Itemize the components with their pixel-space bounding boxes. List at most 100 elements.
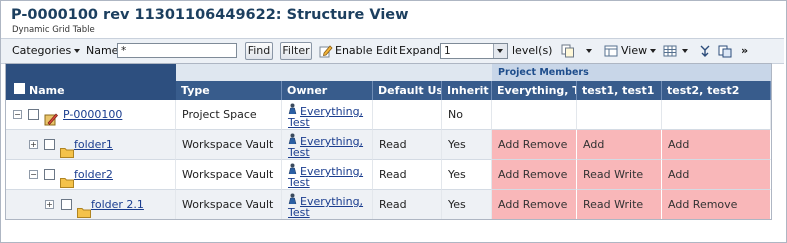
access-test2-cell[interactable]: Add Remove — [662, 190, 771, 219]
view-icon[interactable] — [604, 44, 618, 58]
collapse-toggle[interactable]: − — [29, 170, 38, 179]
toolbar: Categories Name * Find Filter Enable Edi… — [1, 38, 784, 64]
table-menu-chevron[interactable] — [679, 39, 688, 63]
access-test2-cell[interactable]: Add — [662, 160, 771, 190]
type-cell: Workspace Vault — [176, 160, 282, 190]
chevron-down-icon — [682, 49, 688, 53]
owner-cell: Everything, Test — [282, 100, 373, 130]
structure-grid: Project Members Name Type Owner Default … — [5, 63, 772, 220]
expand-toggle[interactable]: + — [45, 200, 54, 209]
access-everything-cell[interactable]: Add Remove — [492, 190, 577, 219]
chevron-down-icon — [74, 49, 81, 53]
type-cell: Workspace Vault — [176, 190, 282, 219]
owner-cell: Everything, Test — [282, 160, 373, 190]
name-label: Name — [86, 44, 119, 57]
default-use-cell — [373, 100, 442, 130]
person-icon — [288, 103, 297, 117]
item-link[interactable]: P-0000100 — [63, 100, 122, 129]
inherit-cell: No — [442, 100, 492, 130]
filter-button[interactable]: Filter — [280, 42, 312, 60]
default-use-cell: Read — [373, 190, 442, 219]
name-header-top — [6, 64, 176, 81]
row-checkbox[interactable] — [28, 109, 39, 120]
access-test1-cell[interactable]: Add — [577, 130, 662, 160]
levels-label: level(s) — [512, 44, 553, 57]
access-test1-cell[interactable]: Read Write — [577, 190, 662, 219]
inherit-cell: Yes — [442, 130, 492, 160]
collapse-toggle[interactable]: − — [13, 110, 22, 119]
name-cell: − P-0000100 — [6, 100, 176, 130]
access-test1-cell[interactable] — [577, 100, 662, 130]
owner-cell: Everything, Test — [282, 130, 373, 160]
access-test2-cell[interactable] — [662, 100, 771, 130]
column-header-inherit[interactable]: Inherit — [442, 81, 492, 100]
chevron-down-icon — [650, 49, 657, 53]
categories-menu[interactable]: Categories — [12, 39, 81, 63]
name-cell: + folder 2.1 — [6, 190, 176, 219]
project-members-group-header: Project Members — [492, 64, 771, 81]
item-link[interactable]: folder 2.1 — [91, 190, 144, 219]
find-button[interactable]: Find — [245, 42, 273, 60]
name-cell: − folder2 — [6, 160, 176, 190]
column-header-everything[interactable]: Everything, Te — [492, 81, 577, 100]
owner-cell: Everything, Test — [282, 190, 373, 219]
access-everything-cell[interactable] — [492, 100, 577, 130]
categories-label: Categories — [12, 44, 72, 57]
owner-link-line2[interactable]: Test — [288, 177, 310, 188]
default-use-cell: Read — [373, 160, 442, 190]
owner-link-line2[interactable]: Test — [288, 147, 310, 158]
chevron-down-icon — [586, 49, 592, 53]
owner-link-line2[interactable]: Test — [288, 117, 310, 128]
folder-icon — [60, 170, 74, 188]
folder-icon — [77, 200, 91, 218]
column-header-default-use[interactable]: Default Use — [373, 81, 442, 100]
copy-icon[interactable] — [561, 44, 575, 58]
folder-icon — [60, 140, 74, 158]
expand-levels-select[interactable]: 1 — [440, 43, 508, 59]
more-button[interactable]: » — [741, 39, 748, 63]
column-header-test1[interactable]: test1, test1 — [577, 81, 662, 100]
type-cell: Project Space — [176, 100, 282, 130]
row-checkbox[interactable] — [44, 169, 55, 180]
person-icon — [288, 163, 297, 177]
expand-toggle[interactable]: + — [29, 140, 38, 149]
person-icon — [288, 133, 297, 147]
access-test2-cell[interactable]: Add — [662, 130, 771, 160]
row-checkbox[interactable] — [44, 139, 55, 150]
access-test1-cell[interactable]: Read Write — [577, 160, 662, 190]
page-header: P-0000100 rev 11301106449622: Structure … — [1, 1, 784, 37]
column-header-test2[interactable]: test2, test2 — [662, 81, 771, 100]
view-label: View — [621, 44, 648, 57]
item-link[interactable]: folder1 — [74, 130, 113, 159]
expand-label: Expand — [399, 44, 441, 57]
row-checkbox[interactable] — [61, 199, 72, 210]
select-all-checkbox[interactable] — [14, 83, 25, 94]
owner-link-line2[interactable]: Test — [288, 207, 310, 218]
person-icon — [288, 193, 297, 207]
name-cell: + folder1 — [6, 130, 176, 160]
default-use-cell: Read — [373, 130, 442, 160]
edit-pencil-icon — [319, 44, 333, 58]
view-menu[interactable]: View — [621, 39, 657, 63]
page-subtitle: Dynamic Grid Table — [12, 25, 95, 35]
inherit-cell: Yes — [442, 190, 492, 219]
header-spacer — [176, 64, 492, 81]
page-title: P-0000100 rev 11301106449622: Structure … — [11, 7, 409, 23]
item-link[interactable]: folder2 — [74, 160, 113, 189]
tree-icon[interactable] — [698, 44, 712, 58]
column-header-type[interactable]: Type — [176, 81, 282, 100]
enable-edit-link[interactable]: Enable Edit — [335, 39, 397, 63]
type-cell: Workspace Vault — [176, 130, 282, 160]
inherit-cell: Yes — [442, 160, 492, 190]
expand-levels-value: 1 — [444, 45, 451, 57]
column-header-owner[interactable]: Owner — [282, 81, 373, 100]
access-everything-cell[interactable]: Add Remove — [492, 130, 577, 160]
access-everything-cell[interactable]: Add Remove — [492, 160, 577, 190]
export-icon[interactable] — [718, 44, 732, 58]
chevron-down-icon — [493, 44, 507, 58]
table-icon[interactable] — [663, 44, 677, 58]
project-icon — [44, 108, 58, 126]
name-filter-input[interactable]: * — [117, 43, 237, 58]
column-header-name[interactable]: Name — [29, 82, 65, 99]
copy-menu-chevron[interactable] — [583, 39, 592, 63]
